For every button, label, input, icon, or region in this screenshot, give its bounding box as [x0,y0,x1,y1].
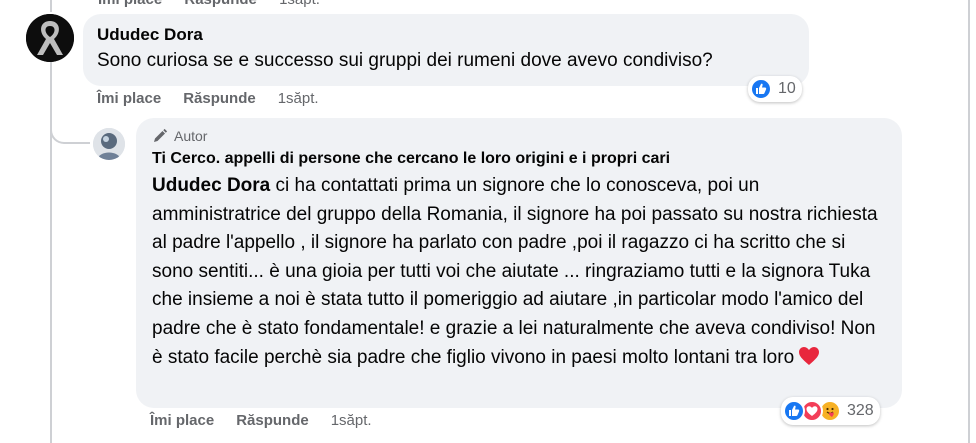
mention-link[interactable]: Ududec Dora [152,175,270,196]
reply-action[interactable]: Răspunde [183,90,256,107]
reply-actions: Îmi place Răspunde 1săpt. [150,412,372,429]
like-icon [783,400,805,422]
reply-reactions[interactable]: 328 [781,397,880,425]
previous-comment-actions: Îmi place Răspunde 1săpt. [98,0,320,8]
previous-reply-action[interactable]: Răspunde [184,0,257,8]
previous-like-action[interactable]: Îmi place [98,0,162,8]
reply-text: Ududec Dora ci ha contattati prima un si… [152,172,886,372]
comment-bubble: Ududec Dora Sono curiosa se e successo s… [83,14,809,86]
comment-reactions[interactable]: 10 [748,76,802,102]
comment-reaction-count: 10 [778,80,796,97]
mourning-ribbon-avatar-image [26,14,74,62]
reply-author[interactable]: Ti Cerco. appelli di persone che cercano… [152,148,886,169]
comment-timestamp[interactable]: 1săpt. [278,90,319,107]
reply-reply-action[interactable]: Răspunde [236,412,309,429]
previous-timestamp[interactable]: 1săpt. [279,0,320,8]
comment-text: Sono curiosa se e successo sui gruppi de… [97,50,713,71]
author-badge-label: Autor [174,128,208,144]
like-icon [750,78,772,100]
reply-bubble: Autor Ti Cerco. appelli di persone che c… [136,118,902,408]
red-heart-icon [799,346,820,365]
avatar[interactable] [26,14,74,62]
reply-avatar[interactable] [93,128,125,160]
comment-author[interactable]: Ududec Dora [97,24,795,46]
reply-like-action[interactable]: Îmi place [150,412,214,429]
reply-connector-line [50,110,90,144]
scroll-edge-line [968,0,970,443]
like-action[interactable]: Îmi place [97,90,161,107]
comment-actions: Îmi place Răspunde 1săpt. [97,90,319,107]
page-avatar-image [93,128,125,160]
reply-body: ci ha contattati prima un signore che lo… [152,175,878,368]
author-badge: Autor [152,128,886,144]
pen-icon [154,128,168,142]
thread-line-top [50,0,52,12]
reply-reaction-count: 328 [847,402,874,419]
reply-timestamp[interactable]: 1săpt. [331,412,372,429]
